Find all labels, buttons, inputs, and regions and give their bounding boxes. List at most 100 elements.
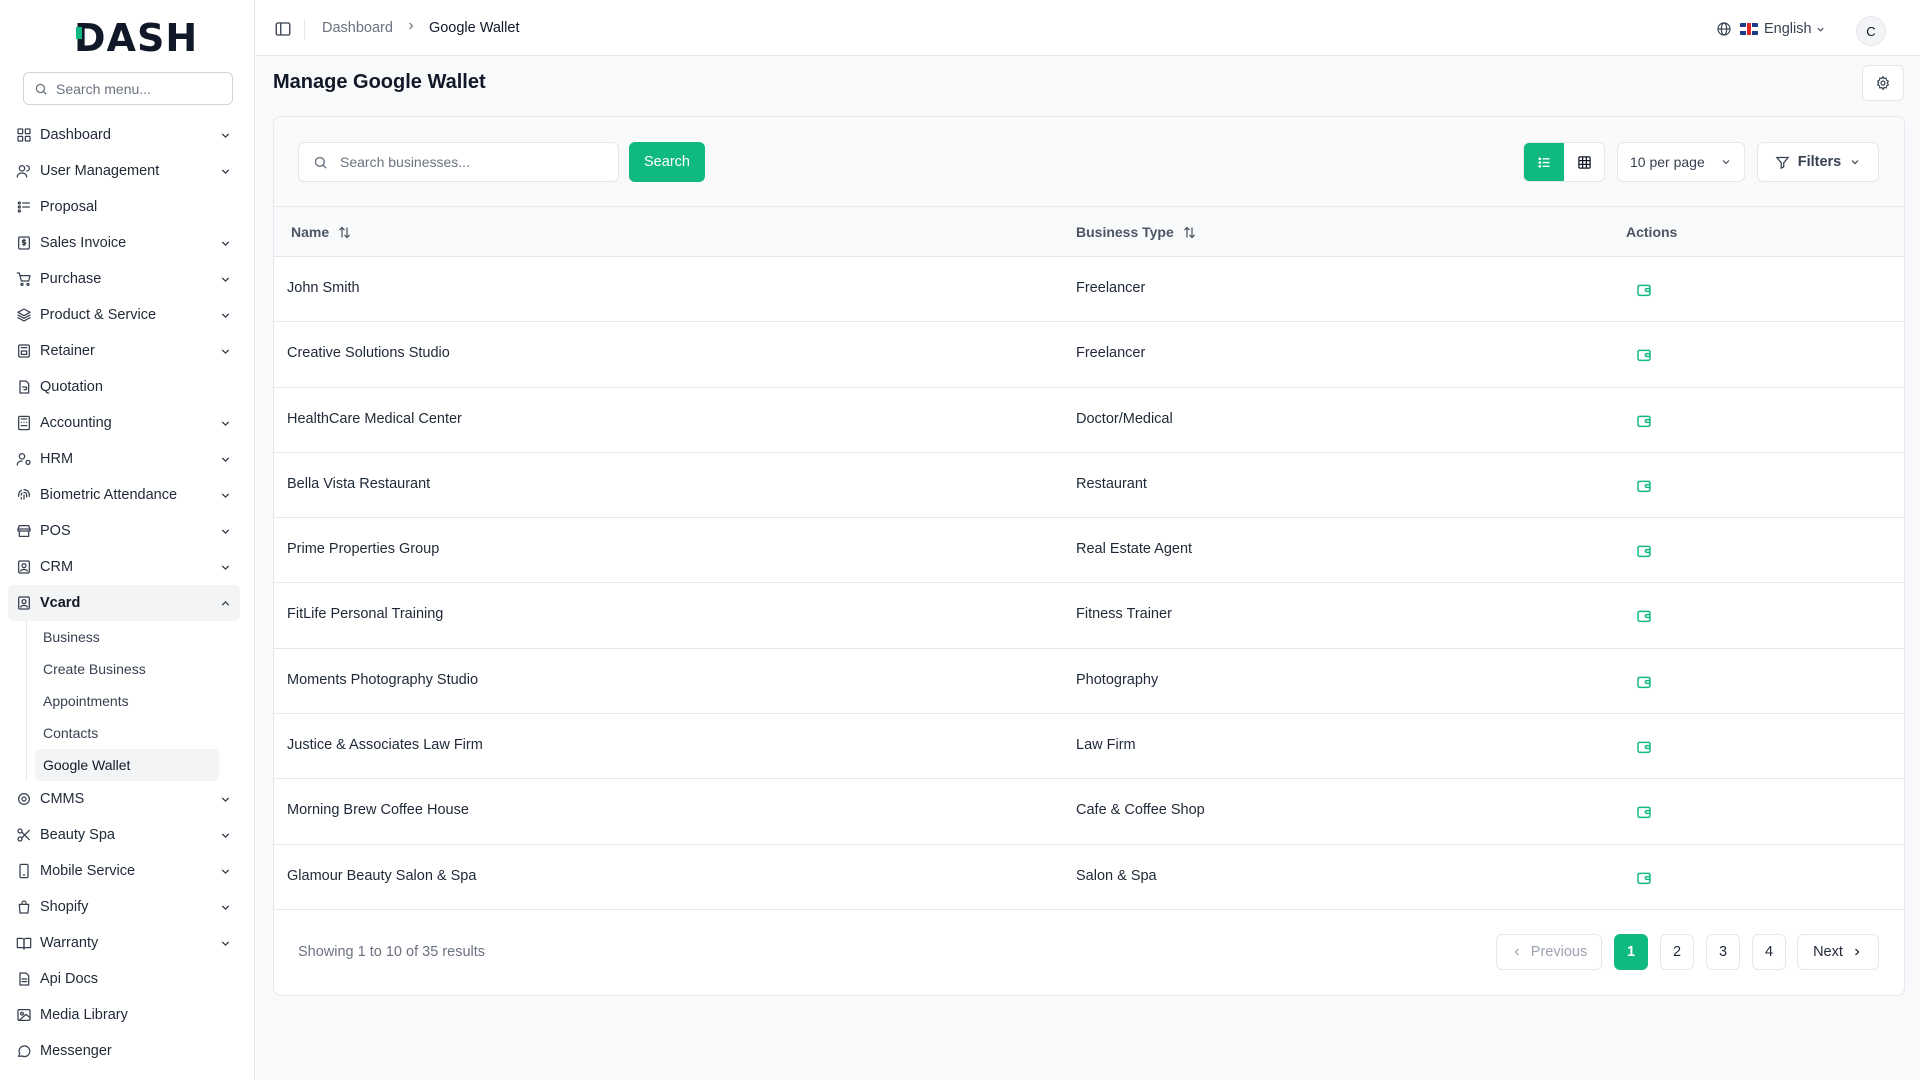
business-name: Moments Photography Studio xyxy=(287,671,479,688)
submenu-item-create-business[interactable]: Create Business xyxy=(35,653,219,685)
previous-button[interactable]: Previous xyxy=(1496,934,1602,970)
chevron-down-icon xyxy=(218,828,232,842)
sidebar-search[interactable] xyxy=(23,72,233,105)
business-type: Doctor/Medical xyxy=(1076,410,1173,427)
breadcrumb-dashboard[interactable]: Dashboard xyxy=(322,20,393,36)
store-icon xyxy=(16,523,32,539)
wallet-icon[interactable] xyxy=(1636,739,1652,755)
business-name: HealthCare Medical Center xyxy=(287,410,462,427)
sidebar-item-label: Media Library xyxy=(40,1007,128,1023)
sidebar-item-crm[interactable]: CRM xyxy=(8,549,240,585)
page-button-3[interactable]: 3 xyxy=(1706,934,1740,970)
sidebar-item-retainer[interactable]: Retainer xyxy=(8,333,240,369)
business-search[interactable] xyxy=(298,142,619,182)
sidebar-item-warranty[interactable]: Warranty xyxy=(8,925,240,961)
list-view-button[interactable] xyxy=(1524,143,1564,181)
sidebar-item-vcard[interactable]: Vcard xyxy=(8,585,240,621)
sidebar-item-dashboard[interactable]: Dashboard xyxy=(8,117,240,153)
table-row: Moments Photography Studio Photography xyxy=(274,649,1904,715)
retainer-icon xyxy=(16,343,32,359)
sidebar-item-sales-invoice[interactable]: Sales Invoice xyxy=(8,225,240,261)
invoice-icon xyxy=(16,235,32,251)
business-type: Real Estate Agent xyxy=(1076,541,1193,558)
chevron-down-icon xyxy=(218,452,232,466)
submenu-item-contacts[interactable]: Contacts xyxy=(35,717,219,749)
language-selector[interactable]: English xyxy=(1716,21,1826,37)
avatar[interactable]: C xyxy=(1856,16,1886,46)
page-button-4[interactable]: 4 xyxy=(1752,934,1786,970)
sidebar-item-pos[interactable]: POS xyxy=(8,513,240,549)
sidebar-item-product-service[interactable]: Product & Service xyxy=(8,297,240,333)
submenu-item-business[interactable]: Business xyxy=(35,621,219,653)
business-type: Fitness Trainer xyxy=(1076,606,1172,623)
per-page-select[interactable]: 10 per page xyxy=(1617,142,1745,182)
column-name-label: Name xyxy=(291,224,330,240)
wallet-icon[interactable] xyxy=(1636,870,1652,886)
sidebar-toggle-icon[interactable] xyxy=(274,20,292,38)
wallet-icon[interactable] xyxy=(1636,608,1652,624)
page-button-2[interactable]: 2 xyxy=(1660,934,1694,970)
calculator-icon xyxy=(16,415,32,431)
cart-icon xyxy=(16,271,32,287)
sidebar-item-biometric-attendance[interactable]: Biometric Attendance xyxy=(8,477,240,513)
cog-icon xyxy=(16,791,32,807)
sidebar-item-media-library[interactable]: Media Library xyxy=(8,997,240,1033)
divider xyxy=(304,19,305,39)
column-name[interactable]: Name xyxy=(291,224,352,240)
chevron-down-icon xyxy=(218,236,232,250)
table-row: FitLife Personal Training Fitness Trainer xyxy=(274,583,1904,649)
dash-logo[interactable]: D ASH xyxy=(74,16,198,60)
sidebar-item-mobile-service[interactable]: Mobile Service xyxy=(8,853,240,889)
wallet-icon[interactable] xyxy=(1636,543,1652,559)
settings-button[interactable] xyxy=(1862,65,1904,101)
wallet-icon[interactable] xyxy=(1636,804,1652,820)
sidebar-item-label: Accounting xyxy=(40,415,112,431)
sidebar-item-proposal[interactable]: Proposal xyxy=(8,189,240,225)
chevron-down-icon xyxy=(218,936,232,950)
mobile-icon xyxy=(16,863,32,879)
wallet-icon[interactable] xyxy=(1636,413,1652,429)
business-name: Bella Vista Restaurant xyxy=(287,475,431,492)
wallet-icon[interactable] xyxy=(1636,347,1652,363)
wallet-icon[interactable] xyxy=(1636,282,1652,298)
sidebar-item-purchase[interactable]: Purchase xyxy=(8,261,240,297)
sidebar-search-input[interactable] xyxy=(56,80,216,97)
sidebar-item-label: Biometric Attendance xyxy=(40,487,178,503)
submenu-item-appointments[interactable]: Appointments xyxy=(35,685,219,717)
submenu-item-google-wallet[interactable]: Google Wallet xyxy=(35,749,219,781)
sidebar-item-hrm[interactable]: HRM xyxy=(8,441,240,477)
chevron-up-icon xyxy=(218,596,232,610)
sidebar-item-label: Proposal xyxy=(40,199,98,215)
business-search-input[interactable] xyxy=(340,154,600,170)
column-business-type[interactable]: Business Type xyxy=(1076,224,1197,240)
sidebar-item-user-management[interactable]: User Management xyxy=(8,153,240,189)
wallet-icon[interactable] xyxy=(1636,674,1652,690)
sidebar-item-cmms[interactable]: CMMS xyxy=(8,781,240,817)
business-type: Freelancer xyxy=(1076,280,1146,296)
sidebar-item-quotation[interactable]: Quotation xyxy=(8,369,240,405)
chevron-down-icon xyxy=(1851,160,1859,165)
sidebar-item-api-docs[interactable]: Api Docs xyxy=(8,961,240,997)
business-type: Freelancer xyxy=(1076,345,1146,362)
sidebar-item-shopify[interactable]: Shopify xyxy=(8,889,240,925)
sidebar-item-beauty-spa[interactable]: Beauty Spa xyxy=(8,817,240,853)
shopping-bag-icon xyxy=(16,899,32,915)
hrm-icon xyxy=(16,451,32,467)
gear-icon xyxy=(1876,75,1890,91)
chevron-down-icon xyxy=(218,900,232,914)
search-button[interactable]: Search xyxy=(629,142,705,182)
grid-view-button[interactable] xyxy=(1564,143,1604,181)
next-button[interactable]: Next xyxy=(1797,934,1879,970)
contact-card-icon xyxy=(16,559,32,575)
wallet-icon[interactable] xyxy=(1636,478,1652,494)
table-header: Name Business Type Actions xyxy=(274,207,1904,257)
sidebar-item-label: Dashboard xyxy=(40,127,111,143)
sidebar-nav: Dashboard User Management Proposal Sales In… xyxy=(8,117,240,1069)
sidebar-item-messenger[interactable]: Messenger xyxy=(8,1033,240,1069)
sidebar-item-label: Api Docs xyxy=(40,971,99,987)
page-button-1[interactable]: 1 xyxy=(1614,934,1648,970)
business-name: FitLife Personal Training xyxy=(287,606,444,623)
filters-label: Filters xyxy=(1797,154,1842,170)
sidebar-item-accounting[interactable]: Accounting xyxy=(8,405,240,441)
filters-button[interactable]: Filters xyxy=(1757,142,1879,182)
